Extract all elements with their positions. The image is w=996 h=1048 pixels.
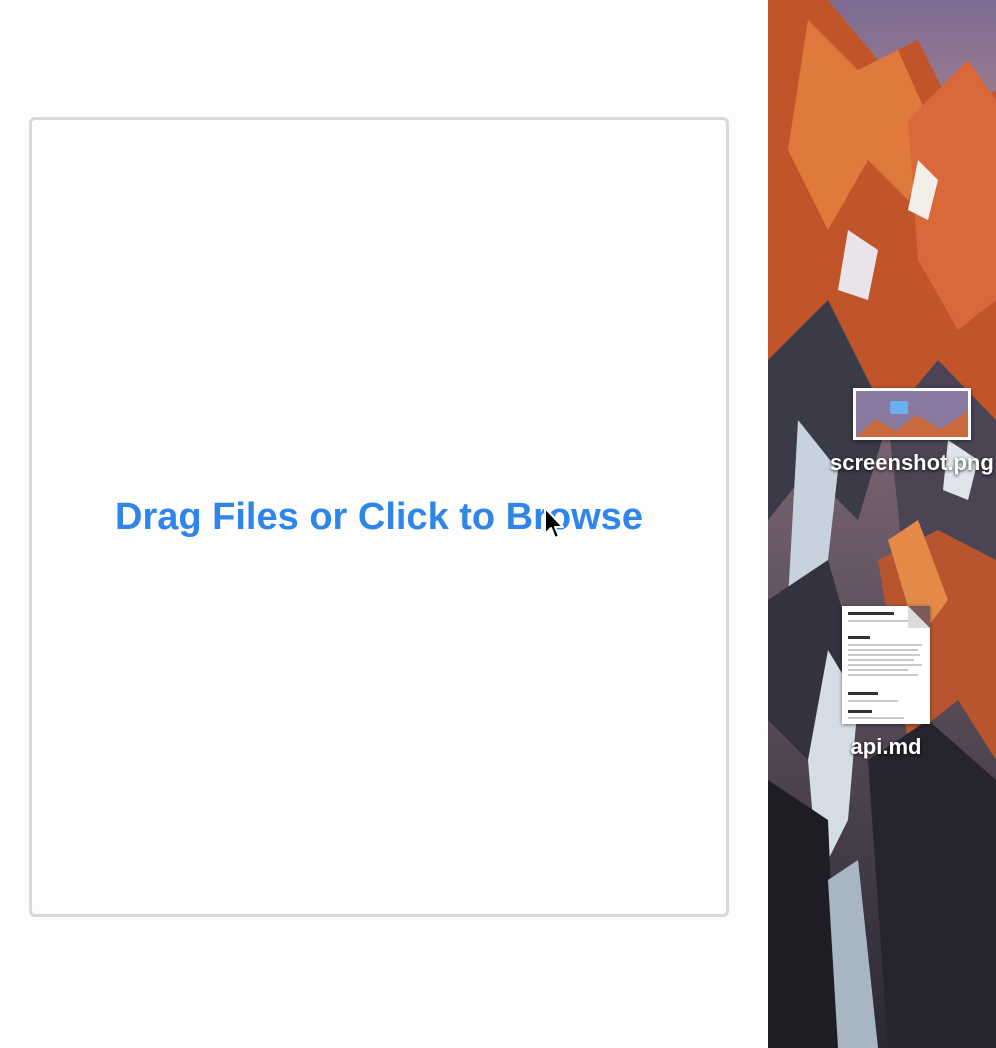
file-label-screenshot: screenshot.png <box>830 450 994 475</box>
app-area: Drag Files or Click to Browse <box>0 0 768 1048</box>
desktop-file-screenshot[interactable]: screenshot.png <box>830 388 994 476</box>
file-label-api-md: api.md <box>850 734 922 759</box>
image-file-icon <box>852 388 971 440</box>
document-file-icon <box>842 606 930 724</box>
desktop-file-api-md[interactable]: api.md <box>842 606 930 760</box>
file-dropzone[interactable]: Drag Files or Click to Browse <box>29 117 729 917</box>
mountain-wallpaper <box>768 0 996 1048</box>
desktop-background: screenshot.png api.md <box>768 0 996 1048</box>
arrow-cursor-icon <box>544 507 564 539</box>
